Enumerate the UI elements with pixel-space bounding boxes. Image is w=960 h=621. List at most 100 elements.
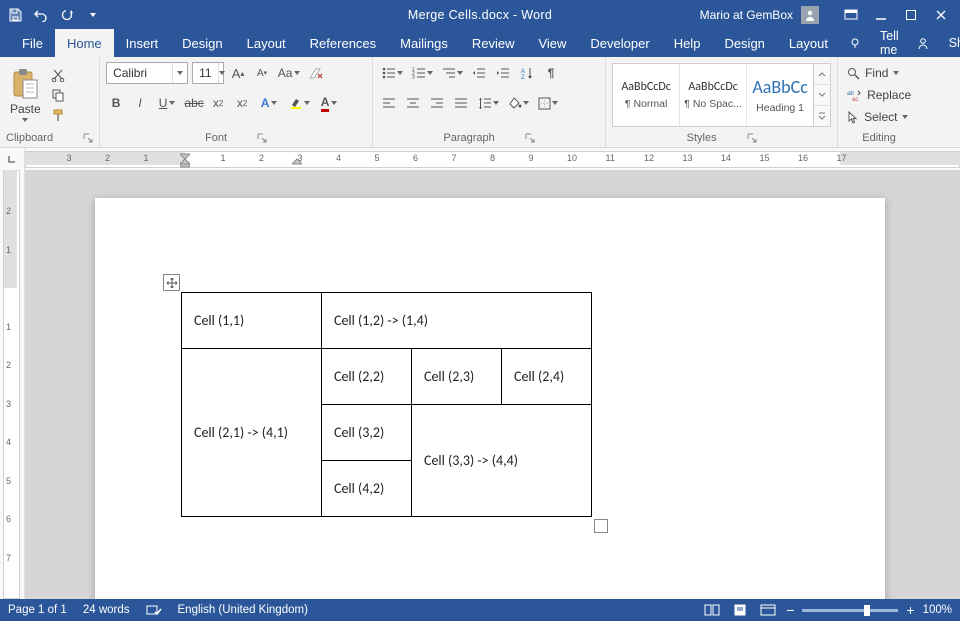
chevron-up-icon[interactable] — [814, 64, 830, 85]
shading-icon[interactable] — [505, 93, 531, 113]
styles-gallery[interactable]: AaBbCcDc ¶ Normal AaBbCcDc ¶ No Spac... … — [612, 63, 814, 127]
clipboard-dialog-icon[interactable] — [83, 133, 93, 143]
right-indent-marker-icon[interactable] — [292, 158, 302, 166]
tab-home[interactable]: Home — [55, 29, 114, 57]
decrease-indent-icon[interactable] — [469, 63, 489, 83]
bullets-icon[interactable] — [379, 63, 405, 83]
tab-view[interactable]: View — [526, 29, 578, 57]
redo-icon[interactable] — [57, 5, 77, 25]
more-icon[interactable] — [814, 106, 830, 126]
web-layout-icon[interactable] — [758, 602, 778, 618]
tab-references[interactable]: References — [298, 29, 388, 57]
align-left-icon[interactable] — [379, 93, 399, 113]
word-count[interactable]: 24 words — [83, 604, 130, 616]
replace-button[interactable]: abac Replace — [844, 85, 914, 105]
table-cell[interactable]: Cell (2,1) -> (4,1) — [182, 349, 322, 517]
chevron-down-icon[interactable] — [814, 85, 830, 106]
table-cell[interactable]: Cell (2,4) — [502, 349, 592, 405]
format-painter-icon[interactable] — [49, 107, 67, 123]
table-move-handle-icon[interactable] — [163, 274, 180, 291]
zoom-thumb[interactable] — [864, 605, 870, 616]
spellcheck-icon[interactable] — [146, 604, 162, 617]
zoom-out-icon[interactable]: − — [786, 602, 794, 618]
indent-marker-icon[interactable] — [180, 150, 190, 168]
tab-review[interactable]: Review — [460, 29, 527, 57]
italic-icon[interactable]: I — [130, 93, 150, 113]
font-dialog-icon[interactable] — [257, 133, 267, 143]
shrink-font-icon[interactable]: A▾ — [252, 63, 272, 83]
bold-icon[interactable]: B — [106, 93, 126, 113]
font-name-combo[interactable]: Calibri — [106, 62, 188, 84]
highlight-icon[interactable] — [286, 93, 312, 113]
tab-layout[interactable]: Layout — [235, 29, 298, 57]
horizontal-ruler[interactable]: 3211234567891011121314151617 — [25, 148, 960, 170]
document-area[interactable]: Cell (1,1)Cell (1,2) -> (1,4)Cell (2,1) … — [25, 170, 960, 599]
style-normal[interactable]: AaBbCcDc ¶ Normal — [613, 64, 680, 126]
tell-me[interactable]: Tell me — [870, 29, 909, 57]
tab-help[interactable]: Help — [662, 29, 713, 57]
vertical-ruler[interactable]: 211234567 — [0, 170, 25, 599]
font-size-combo[interactable]: 11 — [192, 62, 224, 84]
numbering-icon[interactable]: 123 — [409, 63, 435, 83]
paste-button[interactable]: Paste — [6, 68, 45, 122]
multilevel-list-icon[interactable] — [439, 63, 465, 83]
minimize-icon[interactable] — [867, 5, 895, 25]
read-mode-icon[interactable] — [702, 602, 722, 618]
text-effects-icon[interactable]: A — [256, 93, 282, 113]
superscript-icon[interactable]: x2 — [232, 93, 252, 113]
zoom-level[interactable]: 100% — [923, 604, 952, 616]
table-cell[interactable]: Cell (1,2) -> (1,4) — [322, 293, 592, 349]
table-cell[interactable]: Cell (3,3) -> (4,4) — [412, 405, 592, 517]
tab-design[interactable]: Design — [170, 29, 234, 57]
save-icon[interactable] — [5, 5, 25, 25]
copy-icon[interactable] — [49, 87, 67, 103]
zoom-in-icon[interactable]: + — [906, 602, 914, 618]
tab-mailings[interactable]: Mailings — [388, 29, 460, 57]
tab-insert[interactable]: Insert — [114, 29, 171, 57]
language-indicator[interactable]: English (United Kingdom) — [178, 604, 308, 616]
change-case-icon[interactable]: Aa — [276, 63, 302, 83]
justify-icon[interactable] — [451, 93, 471, 113]
cut-icon[interactable] — [49, 67, 67, 83]
page-indicator[interactable]: Page 1 of 1 — [8, 604, 67, 616]
strikethrough-icon[interactable]: abc — [184, 93, 204, 113]
ribbon-display-icon[interactable] — [837, 5, 865, 25]
table-cell[interactable]: Cell (1,1) — [182, 293, 322, 349]
underline-icon[interactable]: U — [154, 93, 180, 113]
styles-dialog-icon[interactable] — [747, 133, 757, 143]
sort-icon[interactable]: AZ — [517, 63, 537, 83]
style-heading-1[interactable]: AaBbCc Heading 1 — [747, 64, 813, 126]
table-resize-handle-icon[interactable] — [594, 519, 608, 533]
align-center-icon[interactable] — [403, 93, 423, 113]
share-icon[interactable] — [909, 36, 939, 50]
qat-customize-icon[interactable] — [83, 5, 103, 25]
share-button[interactable]: Share — [939, 36, 960, 50]
select-button[interactable]: Select — [844, 107, 914, 127]
find-button[interactable]: Find — [844, 63, 914, 83]
avatar-icon[interactable] — [801, 6, 819, 24]
grow-font-icon[interactable]: A▴ — [228, 63, 248, 83]
table-cell[interactable]: Cell (4,2) — [322, 461, 412, 517]
borders-icon[interactable] — [535, 93, 561, 113]
show-marks-icon[interactable]: ¶ — [541, 63, 561, 83]
increase-indent-icon[interactable] — [493, 63, 513, 83]
font-color-icon[interactable]: A — [316, 93, 342, 113]
undo-icon[interactable] — [31, 5, 51, 25]
table-cell[interactable]: Cell (2,3) — [412, 349, 502, 405]
tab-developer[interactable]: Developer — [578, 29, 661, 57]
tab-selector[interactable] — [0, 148, 25, 170]
line-spacing-icon[interactable] — [475, 93, 501, 113]
styles-expand[interactable] — [814, 63, 831, 127]
tab-table-design[interactable]: Design — [712, 29, 776, 57]
maximize-icon[interactable] — [897, 5, 925, 25]
close-icon[interactable] — [927, 5, 955, 25]
table-cell[interactable]: Cell (3,2) — [322, 405, 412, 461]
subscript-icon[interactable]: x2 — [208, 93, 228, 113]
user-name[interactable]: Mario at GemBox — [700, 8, 793, 22]
print-layout-icon[interactable] — [730, 602, 750, 618]
tab-table-layout[interactable]: Layout — [777, 29, 840, 57]
style-no-spacing[interactable]: AaBbCcDc ¶ No Spac... — [680, 64, 747, 126]
document-table[interactable]: Cell (1,1)Cell (1,2) -> (1,4)Cell (2,1) … — [181, 292, 592, 517]
zoom-slider[interactable] — [802, 609, 898, 612]
tab-file[interactable]: File — [10, 29, 55, 57]
